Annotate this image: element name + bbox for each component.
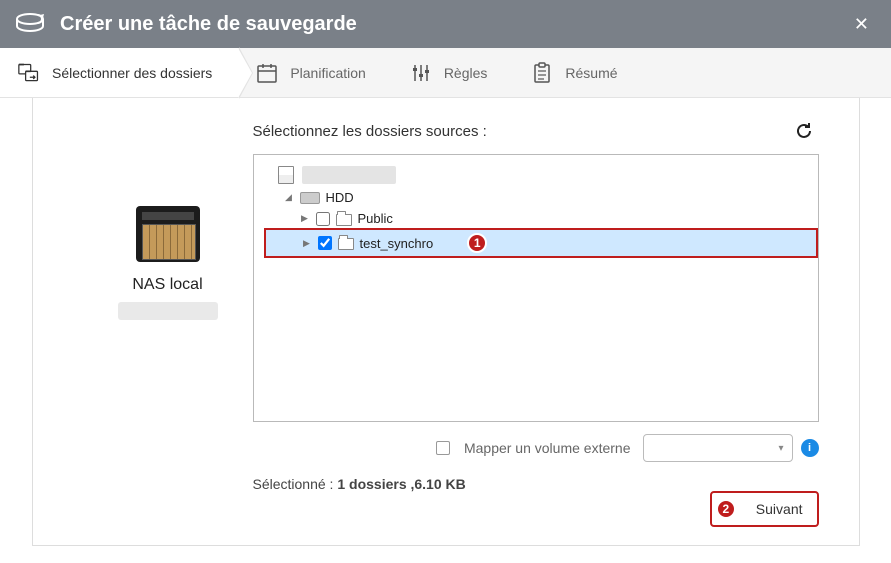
- tree-hdd[interactable]: ◢ HDD: [264, 187, 818, 208]
- folder-tree: ◢ HDD ▶ Public ▶ test_synchro 1: [253, 154, 819, 422]
- step-planification[interactable]: Planification: [238, 48, 392, 97]
- folder-icon: [336, 214, 352, 226]
- folders-icon: [18, 62, 40, 84]
- folder-checkbox[interactable]: [318, 236, 332, 250]
- server-name-placeholder: [302, 166, 396, 184]
- step-label: Sélectionner des dossiers: [52, 65, 212, 81]
- calendar-icon: [256, 62, 278, 84]
- step-rules[interactable]: Règles: [392, 48, 514, 97]
- tree-folder-public[interactable]: ▶ Public: [264, 208, 818, 229]
- folder-name: Public: [358, 211, 393, 226]
- folder-icon: [338, 238, 354, 250]
- chevron-down-icon: ▾: [778, 443, 783, 454]
- step-summary[interactable]: Résumé: [513, 48, 643, 97]
- callout-badge-1: 1: [467, 233, 487, 253]
- nas-id-placeholder: [118, 302, 218, 320]
- wizard-steps: Sélectionner des dossiers Planification …: [0, 48, 891, 98]
- clipboard-icon: [531, 62, 553, 84]
- nas-device-icon: [136, 206, 200, 262]
- map-volume-checkbox[interactable]: [436, 441, 450, 455]
- window-title: Créer une tâche de sauvegarde: [60, 13, 846, 36]
- folder-checkbox[interactable]: [316, 212, 330, 226]
- refresh-icon[interactable]: [789, 120, 819, 142]
- nas-local-label: NAS local: [103, 276, 233, 294]
- source-prompt: Sélectionnez les dossiers sources :: [253, 123, 487, 140]
- next-button-label: Suivant: [744, 495, 815, 523]
- info-icon[interactable]: i: [801, 439, 819, 457]
- map-volume-label: Mapper un volume externe: [464, 440, 631, 456]
- tree-root-server[interactable]: [264, 163, 818, 187]
- step-label: Résumé: [565, 65, 617, 81]
- tree-folder-test-synchro[interactable]: ▶ test_synchro 1: [264, 228, 818, 258]
- step-label: Planification: [290, 65, 366, 81]
- callout-badge-2: 2: [716, 499, 736, 519]
- selection-summary: Sélectionné : 1 dossiers ,6.10 KB: [253, 476, 819, 492]
- next-button[interactable]: 2 Suivant: [710, 491, 819, 527]
- sliders-icon: [410, 62, 432, 84]
- hdd-label: HDD: [326, 190, 354, 205]
- close-icon[interactable]: ✕: [846, 10, 877, 39]
- folder-name: test_synchro: [360, 236, 434, 251]
- drive-icon: [300, 192, 320, 204]
- step-select-folders[interactable]: Sélectionner des dossiers: [0, 48, 238, 97]
- expand-icon[interactable]: ▶: [300, 213, 310, 224]
- server-icon: [278, 166, 294, 184]
- collapse-icon[interactable]: ◢: [284, 192, 294, 203]
- external-volume-select[interactable]: ▾: [643, 434, 793, 462]
- app-icon: [14, 8, 46, 40]
- expand-icon[interactable]: ▶: [302, 238, 312, 249]
- step-label: Règles: [444, 65, 488, 81]
